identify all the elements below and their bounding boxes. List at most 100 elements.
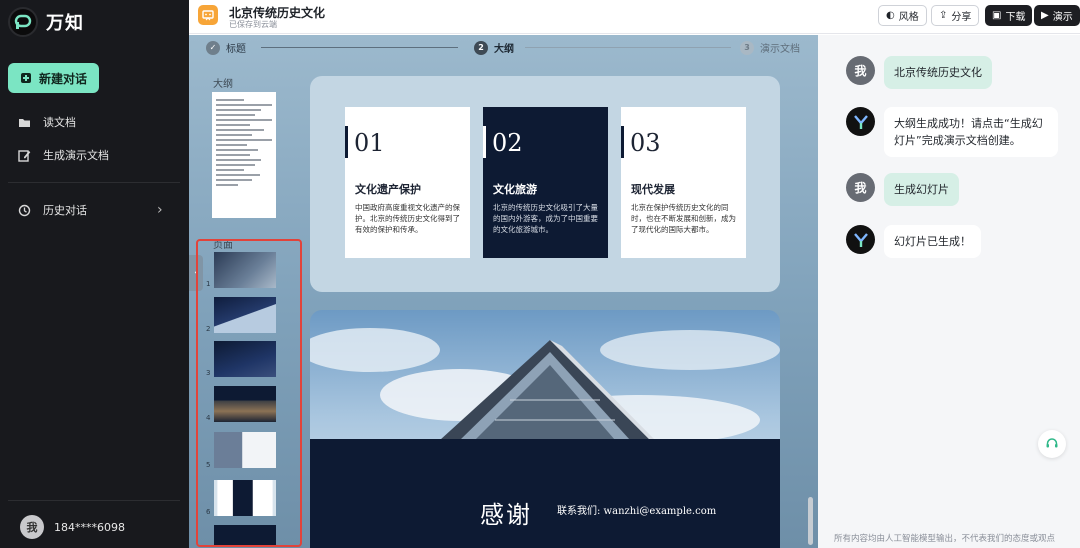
card-title: 文化遗产保护 <box>355 183 421 196</box>
share-button-label: 分享 <box>951 12 972 23</box>
step-number: 2 <box>474 40 488 55</box>
chat-message-bot: 大纲生成成功！请点击“生成幻灯片”完成演示文档创建。 <box>846 107 1058 157</box>
step-connector <box>261 47 458 48</box>
style-button[interactable]: ◐ 风格 <box>878 5 927 26</box>
bot-avatar-icon <box>846 225 875 254</box>
new-chat-label: 新建对话 <box>39 71 88 86</box>
card-accent-bar <box>621 126 624 158</box>
present-button[interactable]: ▶ 演示 <box>1034 5 1080 26</box>
card-number: 01 <box>354 129 385 157</box>
check-icon: ✓ <box>206 40 220 55</box>
scrollbar[interactable] <box>808 497 813 545</box>
page-number: 4 <box>206 414 211 422</box>
download-button[interactable]: ▣ 下载 <box>985 5 1033 26</box>
card-accent-bar <box>345 126 348 158</box>
avatar: 我 <box>20 515 44 539</box>
outline-thumbnail[interactable] <box>212 92 276 218</box>
building-photo <box>310 328 780 445</box>
style-button-label: 风格 <box>898 12 919 23</box>
slide-cards[interactable]: 01 文化遗产保护 中国政府高度重视文化遗产的保护。北京的传统历史文化得到了有效… <box>310 76 780 292</box>
step-label: 大纲 <box>494 44 514 55</box>
page-thumbnail-4[interactable] <box>214 386 276 422</box>
message-bubble: 大纲生成成功！请点击“生成幻灯片”完成演示文档创建。 <box>884 107 1058 157</box>
step-label: 标题 <box>226 44 246 55</box>
slide-thanks[interactable]: 感谢 联系我们: wanzhi@example.com <box>310 310 780 548</box>
chat-message-bot: 幻灯片已生成！ <box>846 225 981 258</box>
step-presentation[interactable]: 3 演示文档 <box>740 40 800 55</box>
card-description: 北京的传统历史文化吸引了大量的国内外游客，成为了中国重要的文化旅游城市。 <box>493 203 598 234</box>
sidebar-item-read-doc[interactable]: 读文档 <box>18 114 76 130</box>
sidebar-divider <box>8 182 180 183</box>
sidebar-item-label: 读文档 <box>43 116 76 129</box>
page-thumbnail-7[interactable] <box>214 525 276 545</box>
card-development[interactable]: 03 现代发展 北京在保护传统历史文化的同时，也在不断发展和创新，成为了现代化的… <box>621 107 746 258</box>
card-number: 02 <box>492 129 523 157</box>
message-bubble: 北京传统历史文化 <box>884 56 992 89</box>
chat-panel: 我 北京传统历史文化 大纲生成成功！请点击“生成幻灯片”完成演示文档创建。 我 … <box>818 35 1080 548</box>
thanks-heading: 感谢 <box>480 501 532 529</box>
editor-canvas: ✓ 标题 2 大纲 3 演示文档 大纲 ‹ 页面 1 2 3 4 5 6 01 … <box>189 35 818 548</box>
brand[interactable]: 万知 <box>8 7 84 37</box>
play-icon: ▶ <box>1041 10 1049 21</box>
step-outline[interactable]: 2 大纲 <box>474 40 514 55</box>
card-number: 03 <box>630 129 661 157</box>
page-number: 5 <box>206 461 211 469</box>
sidebar-item-history[interactable]: 历史对话 <box>18 202 87 218</box>
sidebar-item-label: 生成演示文档 <box>43 149 109 162</box>
chat-message-user: 我 生成幻灯片 <box>846 173 959 206</box>
step-label: 演示文档 <box>760 44 800 55</box>
ai-disclaimer: 所有内容均由人工智能模型输出，不代表我们的态度或观点 <box>834 534 1056 544</box>
avatar: 我 <box>846 173 875 202</box>
history-icon <box>18 204 31 217</box>
download-button-label: 下载 <box>1005 12 1026 23</box>
card-title: 文化旅游 <box>493 183 537 196</box>
step-number: 3 <box>740 40 754 55</box>
message-bubble: 生成幻灯片 <box>884 173 959 206</box>
new-chat-button[interactable]: 新建对话 <box>8 63 99 93</box>
card-description: 中国政府高度重视文化遗产的保护。北京的传统历史文化得到了有效的保护和传承。 <box>355 203 460 234</box>
page-thumbnail-1[interactable] <box>214 252 276 288</box>
page-thumbnail-2[interactable] <box>214 297 276 333</box>
page-number: 2 <box>206 325 211 333</box>
card-heritage[interactable]: 01 文化遗产保护 中国政府高度重视文化遗产的保护。北京的传统历史文化得到了有效… <box>345 107 470 258</box>
sidebar-item-generate-ppt[interactable]: 生成演示文档 <box>18 147 109 163</box>
user-profile[interactable]: 我 184****6098 <box>20 515 125 539</box>
page-number: 3 <box>206 369 211 377</box>
chat-message-user: 我 北京传统历史文化 <box>846 56 992 89</box>
message-bubble: 幻灯片已生成！ <box>884 225 981 258</box>
plus-icon <box>21 73 31 83</box>
presentation-icon <box>198 5 218 25</box>
sidebar: 万知 新建对话 读文档 生成演示文档 历史对话 › 我 184****6098 <box>0 0 189 548</box>
share-icon: ⇪ <box>939 10 948 21</box>
card-description: 北京在保护传统历史文化的同时，也在不断发展和创新，成为了现代化的国际大都市。 <box>631 203 736 234</box>
bot-avatar-icon <box>846 107 875 136</box>
folder-icon <box>18 116 31 129</box>
support-icon[interactable] <box>1038 430 1066 458</box>
card-tourism[interactable]: 02 文化旅游 北京的传统历史文化吸引了大量的国内外游客，成为了中国重要的文化旅… <box>483 107 608 258</box>
sidebar-divider <box>8 500 180 501</box>
brand-name: 万知 <box>46 13 84 34</box>
avatar: 我 <box>846 56 875 85</box>
share-button[interactable]: ⇪ 分享 <box>931 5 980 26</box>
brand-logo-icon <box>8 7 38 37</box>
step-title[interactable]: ✓ 标题 <box>206 40 246 55</box>
page-thumbnail-3[interactable] <box>214 341 276 377</box>
page-number: 6 <box>206 508 211 516</box>
save-status: 已保存到云端 <box>229 20 277 29</box>
step-connector <box>525 47 731 48</box>
chevron-right-icon[interactable]: › <box>157 202 163 218</box>
present-button-label: 演示 <box>1052 12 1073 23</box>
contact-text: 联系我们: wanzhi@example.com <box>557 506 717 517</box>
edit-icon <box>18 149 31 162</box>
download-icon: ▣ <box>992 10 1002 21</box>
page-thumbnail-5[interactable] <box>214 432 276 468</box>
page-thumbnail-6[interactable] <box>214 480 276 516</box>
slide-footer-band: 感谢 联系我们: wanzhi@example.com <box>310 439 780 548</box>
palette-icon: ◐ <box>886 10 895 21</box>
page-number: 1 <box>206 280 211 288</box>
card-accent-bar <box>483 126 486 158</box>
progress-steps: ✓ 标题 2 大纲 3 演示文档 <box>189 35 818 59</box>
top-header: 北京传统历史文化 已保存到云端 ◐ 风格 ⇪ 分享 ▣ 下载 ▶ 演示 <box>189 0 1080 34</box>
sidebar-item-label: 历史对话 <box>43 204 87 217</box>
card-title: 现代发展 <box>631 183 675 196</box>
